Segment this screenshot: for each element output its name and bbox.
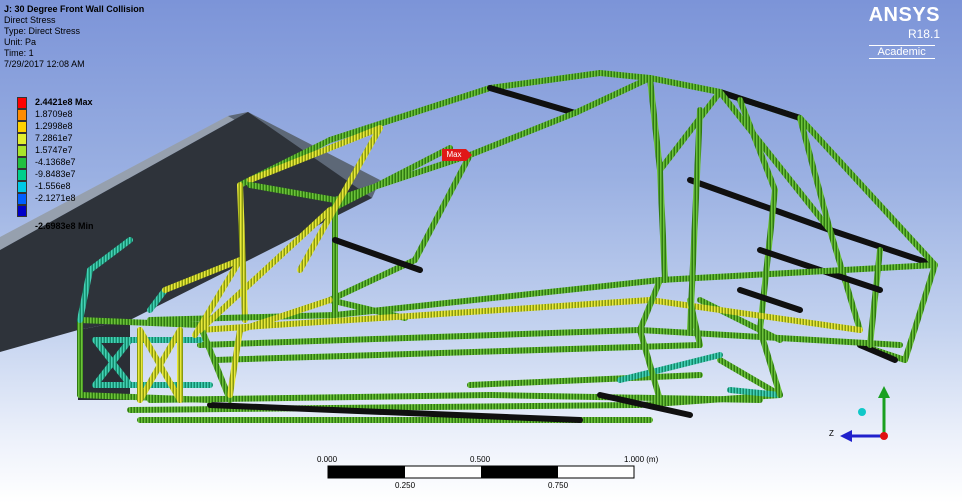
axis-triad-icon[interactable] xyxy=(0,0,962,503)
axis-label-z: Z xyxy=(829,429,834,438)
isometric-ball-icon xyxy=(858,408,866,416)
